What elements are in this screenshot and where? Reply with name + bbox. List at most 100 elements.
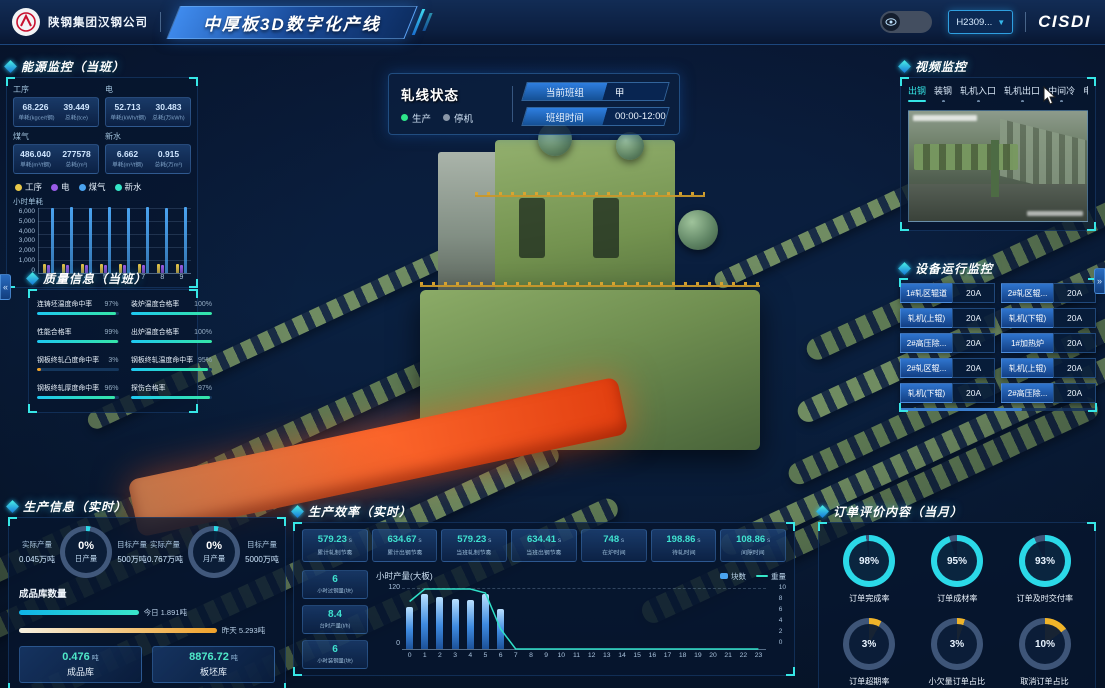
chart-legend-item[interactable]: 块数 — [720, 571, 746, 582]
orders-panel: 订单评价内容（当月） 98%订单完成率95%订单成材率93%订单及时交付率3%订… — [818, 503, 1096, 688]
production-gauge-cluster: 实际产量0.767万吨0%月产量目标产量5000万吨 — [147, 526, 279, 578]
stock-bar-row: 今日 1.891吨 — [19, 607, 275, 618]
quality-item-label: 连铸坯温度命中率 — [37, 298, 92, 308]
bar — [51, 208, 54, 273]
video-crane — [991, 140, 999, 197]
line-status-legend-item: 生产 — [401, 111, 431, 125]
energy-metric-card: 486.040单耗(m³/t钢)277578总耗(m³) — [13, 144, 99, 174]
bar-group — [39, 208, 58, 273]
x-tick-label: 0 — [402, 652, 417, 659]
efficiency-unit: s — [556, 537, 561, 544]
quality-item-label: 钢板终轧凸度命中率 — [37, 354, 99, 364]
corner-bracket — [900, 222, 909, 231]
efficiency-panel: 生产效率（实时） 579.23 s累计轧制节奏634.67 s累计出钢节奏579… — [293, 503, 795, 676]
equipment-cell: 2#轧区辊...20A — [1001, 283, 1096, 303]
legend-label: 煤气 — [89, 181, 106, 193]
chart-legend-item[interactable]: 重量 — [756, 571, 786, 582]
side-card-value: 6 — [304, 644, 366, 655]
gauge-percent: 0% — [206, 540, 222, 552]
metric-label: 总耗(m³) — [59, 160, 93, 169]
energy-panel-title: 能源监控（当班） — [21, 58, 125, 75]
x-tick-label: 18 — [675, 652, 690, 659]
tab-indicator — [934, 100, 952, 102]
order-gauge-label: 订单完成率 — [849, 592, 889, 603]
video-tab-2[interactable]: 装钢 — [934, 84, 952, 102]
warehouse-unit: 吨 — [231, 655, 238, 662]
efficiency-value: 108.86 s — [722, 534, 784, 545]
energy-group: 煤气486.040单耗(m³/t钢)277578总耗(m³) — [13, 130, 99, 174]
production-gauge-ring: 0%月产量 — [188, 526, 240, 578]
orders-panel-title: 订单评价内容（当月） — [833, 503, 963, 520]
equipment-cell: 1#加热炉20A — [1001, 333, 1096, 353]
video-tab-4[interactable]: 轧机出口 — [1004, 84, 1040, 102]
bar-group — [96, 208, 115, 273]
quality-progress-fill — [37, 396, 115, 399]
order-gauge-ring: 10% — [1019, 618, 1071, 670]
stock-bar-label: 昨天 5.293吨 — [222, 625, 265, 636]
x-tick-label: 4 — [463, 652, 478, 659]
order-gauge: 95%订单成材率 — [931, 535, 983, 604]
chart-legend-item[interactable]: 煤气 — [79, 181, 106, 193]
order-gauge-label: 订单及时交付率 — [1017, 592, 1074, 603]
line-status-legend-item: 停机 — [443, 111, 473, 125]
visibility-toggle[interactable] — [880, 11, 932, 33]
quality-progress-fill — [131, 340, 213, 343]
equipment-name: 轧机(上辊) — [1001, 358, 1053, 378]
metric-value: 0.915 — [149, 149, 188, 159]
right-tick-label: 0 — [779, 639, 786, 646]
order-gauge-label: 取消订单占比 — [1021, 675, 1069, 686]
efficiency-unit: s — [619, 537, 624, 544]
collapse-right-handle[interactable]: » — [1094, 268, 1105, 294]
equipment-name: 2#轧区辊... — [900, 358, 952, 378]
order-gauges-grid: 98%订单完成率95%订单成材率93%订单及时交付率3%订单超期率3%小欠量订单… — [825, 535, 1089, 687]
metric-value: 68.226 — [16, 102, 55, 112]
quality-panel-title: 质量信息（当班） — [43, 270, 147, 287]
efficiency-side-card: 8.4台时产量(t/h) — [302, 605, 368, 634]
corner-bracket — [28, 289, 37, 298]
energy-chart-legend: 工序电 煤气新水 — [15, 181, 189, 193]
video-panel-title: 视频监控 — [915, 58, 967, 75]
warehouse-cards: 0.476吨成品库8876.72吨板坯库 — [19, 646, 275, 683]
side-card-label: 台时产量(t/h) — [310, 621, 361, 629]
corner-bracket — [900, 77, 909, 86]
equipment-current-value: 20A — [952, 383, 995, 403]
x-tick-label: 21 — [721, 652, 736, 659]
video-feed[interactable] — [908, 110, 1088, 222]
equipment-scrollbar-thumb[interactable] — [900, 408, 1022, 411]
order-gauge-label: 订单成材率 — [937, 592, 977, 603]
efficiency-card: 579.23 s当班轧制节奏 — [441, 529, 507, 562]
chart-legend-item[interactable]: 电 — [51, 181, 70, 193]
x-tick-label: 5 — [478, 652, 493, 659]
warehouse-card: 0.476吨成品库 — [19, 646, 142, 683]
collapse-left-handle[interactable]: « — [0, 274, 11, 300]
shift-badge: 当前班组甲 — [522, 82, 670, 101]
video-tab-6[interactable]: 电加热 — [1083, 84, 1088, 102]
corner-bracket — [786, 522, 795, 531]
corner-bracket — [899, 278, 908, 287]
chart-legend-item[interactable]: 新水 — [115, 181, 142, 193]
quality-progress-track — [37, 312, 119, 315]
efficiency-card: 634.41 s当班出钢节奏 — [511, 529, 577, 562]
divider — [512, 86, 513, 122]
video-tab-5[interactable]: 中间冷 — [1048, 84, 1075, 102]
shift-badge-label: 当前班组 — [523, 83, 608, 100]
device-dropdown[interactable]: H2309... ▼ — [948, 10, 1013, 34]
efficiency-unit: s — [417, 537, 422, 544]
bar — [165, 208, 168, 273]
quality-item-label: 性能合格率 — [37, 326, 72, 336]
efficiency-unit: s — [486, 537, 491, 544]
quality-item: 装炉温度合格率100% — [131, 298, 213, 315]
x-tick-label: 10 — [554, 652, 569, 659]
video-tab-3[interactable]: 轧机入口 — [960, 84, 996, 102]
equipment-cell: 1#轧区辊道20A — [900, 283, 995, 303]
bar — [184, 207, 187, 273]
equipment-name: 轧机(下辊) — [1001, 308, 1053, 328]
quality-item-value: 97% — [105, 301, 119, 308]
corner-bracket — [818, 522, 827, 531]
quality-items-grid: 连铸坯温度命中率97%装炉温度合格率100%性能合格率99%出炉温度合格率100… — [37, 298, 189, 410]
panel-diamond-icon — [816, 505, 829, 518]
chart-legend-item[interactable]: 工序 — [15, 181, 42, 193]
x-tick-label: 22 — [736, 652, 751, 659]
bar-group — [134, 208, 153, 273]
video-tab-1[interactable]: 出钢 — [908, 84, 926, 102]
